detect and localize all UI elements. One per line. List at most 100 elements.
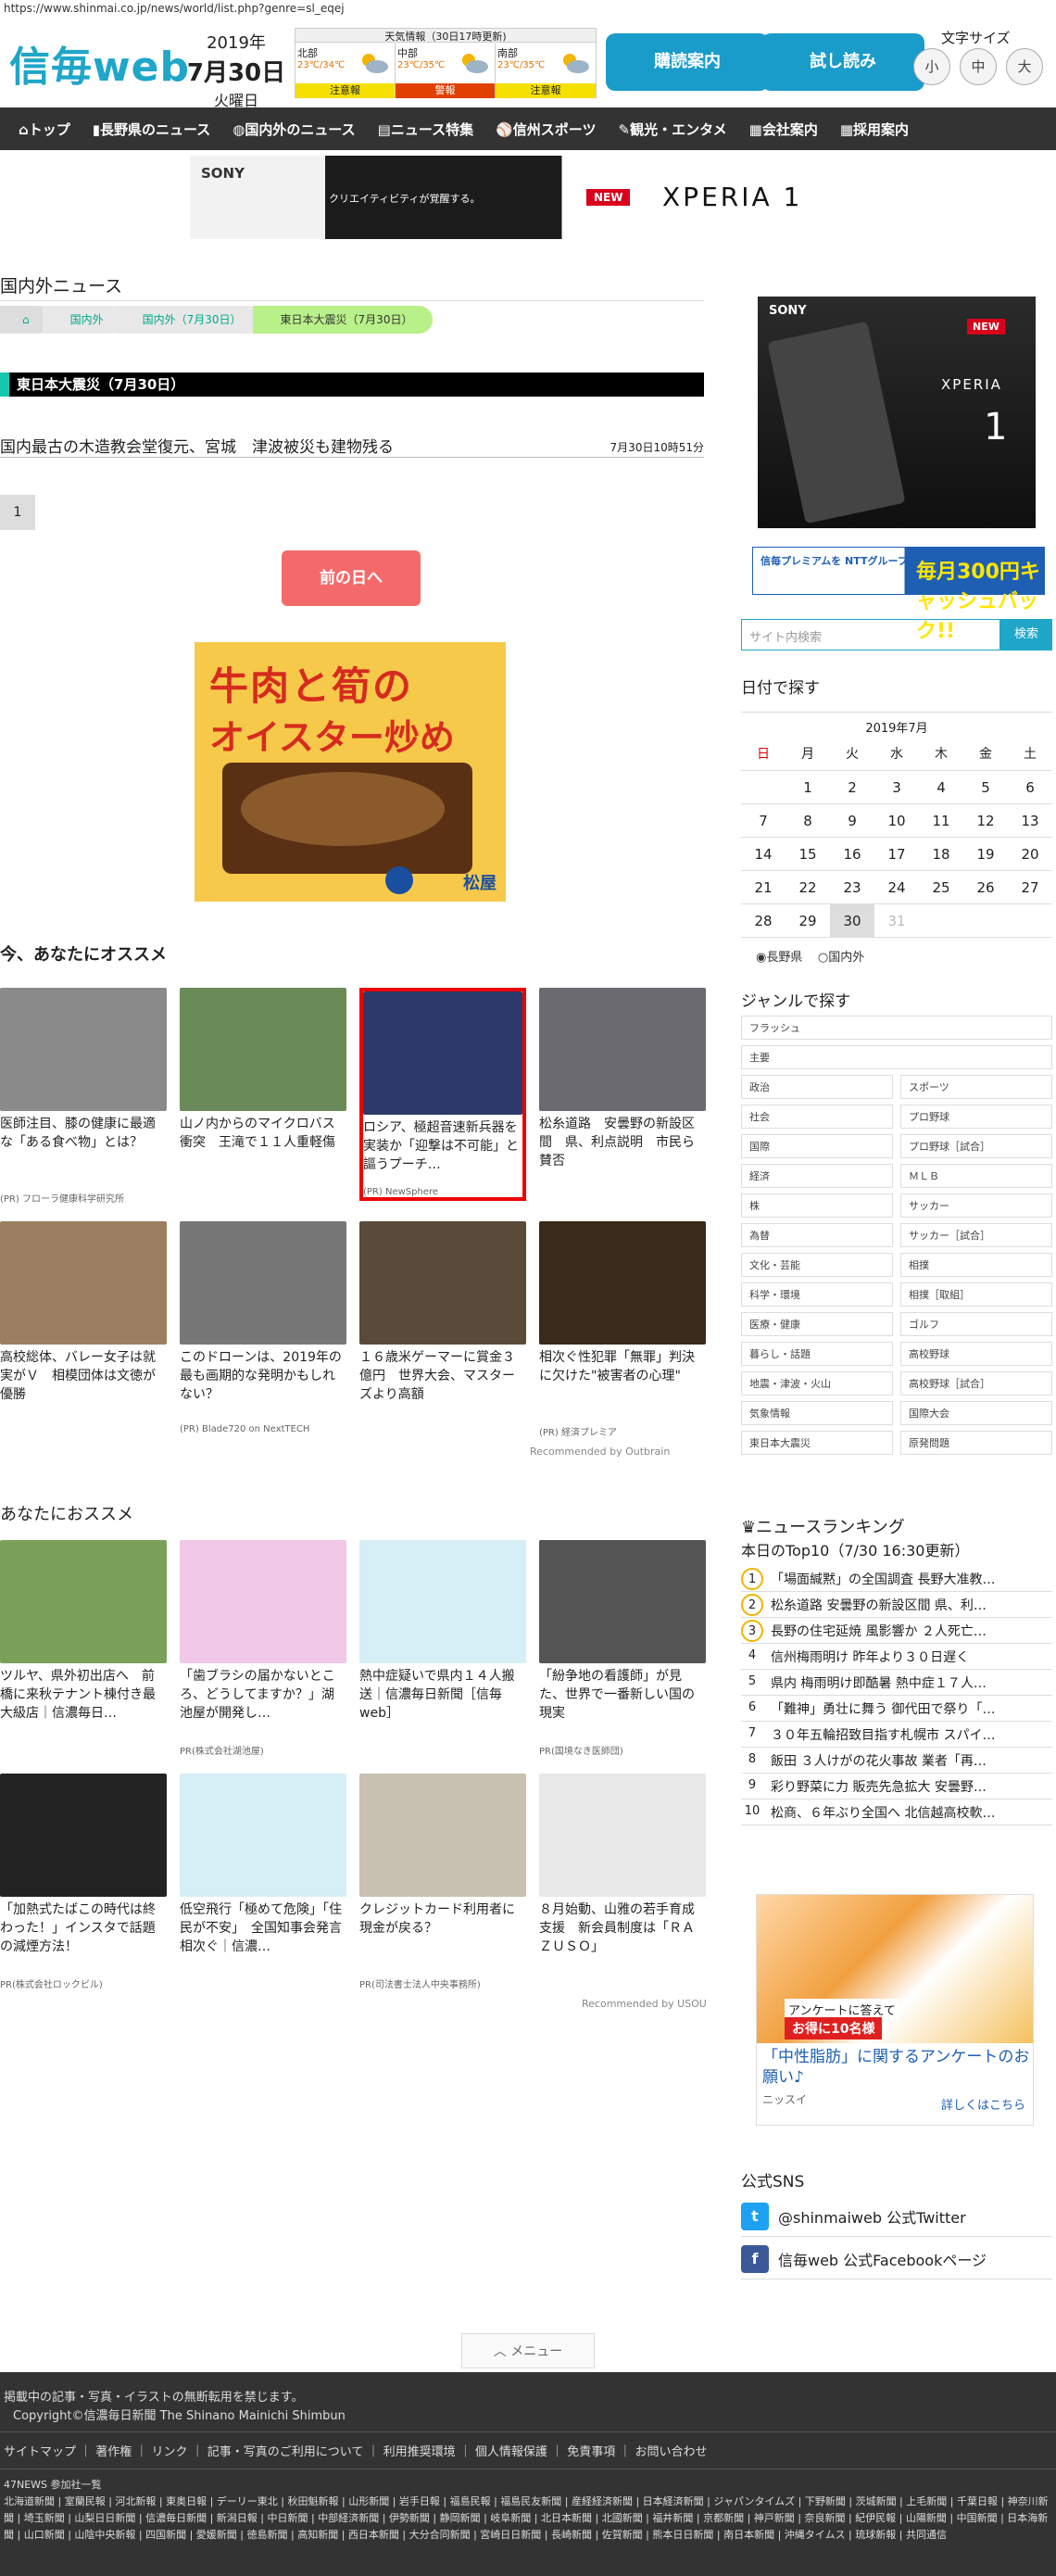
genre-item[interactable]: 暮らし・話題 — [741, 1342, 893, 1366]
recommend-card[interactable]: 松糸道路 安曇野の新設区間 県、利点説明 市民ら賛否 — [539, 988, 706, 1191]
calendar-day[interactable]: 7 — [741, 804, 786, 838]
calendar-day[interactable]: 1 — [786, 771, 830, 804]
genre-item[interactable]: サッカー［試合］ — [900, 1223, 1052, 1247]
genre-item[interactable]: スポーツ — [900, 1075, 1052, 1099]
genre-item[interactable]: サッカー — [900, 1193, 1052, 1218]
recommend-card[interactable]: 「加熱式たばこの時代は終わった！」インスタで話題の減煙方法！ PR(株式会社ロック… — [0, 1774, 167, 1990]
recommend-card[interactable]: 山ノ内からのマイクロバス衝突 王滝で１１人重軽傷 — [180, 988, 346, 1191]
recommend-card[interactable]: ツルヤ、県外初出店へ 前橋に来秋テナント棟付き最大級店｜信濃毎日… — [0, 1540, 167, 1743]
genre-item[interactable]: 気象情報 — [741, 1401, 893, 1425]
recommend-card[interactable]: ロシア、極超音速新兵器を実装か「迎撃は不可能」と謳うプーチ… (PR) NewSp… — [359, 988, 526, 1201]
recommend-card[interactable]: 医師注目、膝の健康に最適な「ある食べ物」とは？ (PR) フローラ健康科学研究所 — [0, 988, 167, 1205]
premium-banner[interactable]: 信毎プレミアムを NTTグループカードで お支払いすると 毎月300円キャッシュ… — [752, 547, 1045, 643]
genre-item[interactable]: ゴルフ — [900, 1312, 1052, 1336]
ranking-item[interactable]: 3 長野の住宅延焼 風影響か ２人死亡… — [741, 1618, 1052, 1644]
ranking-item[interactable]: 4 信州梅雨明け 昨年より３０日遅く — [741, 1644, 1052, 1670]
sidebar-ad[interactable]: SONY NEW XPERIA 1 — [758, 297, 1036, 528]
genre-item[interactable]: 相撲［取組］ — [900, 1282, 1052, 1307]
calendar-day[interactable]: 22 — [786, 871, 830, 904]
page-button[interactable]: 1 — [0, 495, 35, 530]
calendar-day[interactable]: 29 — [786, 904, 830, 938]
font-size-small-button[interactable]: 小 — [913, 48, 950, 85]
calendar-day[interactable]: 30 — [830, 904, 874, 938]
breadcrumb-item[interactable]: 国内外 — [42, 306, 124, 334]
calendar-day[interactable]: 15 — [786, 838, 830, 871]
survey-ad[interactable]: アンケートに答えて お得に10名様 「中性脂肪」に関するアンケートのお願い♪ ニ… — [756, 1894, 1034, 2126]
calendar-day[interactable]: 28 — [741, 904, 786, 938]
calendar-day[interactable]: 16 — [830, 838, 874, 871]
ranking-item[interactable]: 8 飯田 ３人けがの花火事故 業者「再… — [741, 1748, 1052, 1774]
search-button[interactable]: 検索 — [1000, 619, 1052, 650]
ranking-item[interactable]: 10 松商、６年ぶり全国へ 北信越高校軟… — [741, 1799, 1052, 1825]
calendar-day[interactable]: 14 — [741, 838, 786, 871]
recommend-card[interactable]: １６歳米ゲーマーに賞金３億円 世界大会、マスターズより高額 — [359, 1221, 526, 1424]
genre-item[interactable]: ＭＬＢ — [900, 1164, 1052, 1188]
genre-item[interactable]: 高校野球 — [900, 1342, 1052, 1366]
recommend-card[interactable]: クレジットカード利用者に現金が戻る？ PR(司法書士法人中央事務所) — [359, 1774, 526, 1990]
calendar-day[interactable]: 4 — [919, 771, 963, 804]
nav-company[interactable]: ▦会社案内 — [738, 120, 829, 139]
survey-headline[interactable]: 「中性脂肪」に関するアンケートのお願い♪ — [762, 2047, 1033, 2088]
prev-day-button[interactable]: 前の日へ — [282, 550, 421, 606]
breadcrumb-item[interactable]: 国内外（7月30日） — [114, 306, 262, 334]
menu-button[interactable]: ︿ メニュー — [461, 2333, 595, 2368]
genre-item[interactable]: 社会 — [741, 1105, 893, 1129]
genre-item[interactable]: 文化・芸能 — [741, 1253, 893, 1277]
ranking-item[interactable]: 5 県内 梅雨明け即酷暑 熱中症１７人… — [741, 1670, 1052, 1696]
twitter-link[interactable]: t @shinmaiweb 公式Twitter — [741, 2196, 1052, 2237]
calendar-day[interactable]: 27 — [1008, 871, 1052, 904]
nav-sports[interactable]: ⚾信州スポーツ — [484, 120, 607, 139]
article-row[interactable]: 国内最古の木造教会堂復元、宮城 津波被災も建物残る 7月30日10時51分 — [0, 432, 704, 458]
recommend-card[interactable]: 相次ぐ性犯罪「無罪」判決に欠けた"被害者の心理" (PR) 経済プレミア — [539, 1221, 706, 1438]
nav-world[interactable]: ◍国内外のニュース — [221, 120, 366, 139]
font-size-medium-button[interactable]: 中 — [960, 48, 997, 85]
genre-item[interactable]: 株 — [741, 1193, 893, 1218]
genre-item[interactable]: 政治 — [741, 1075, 893, 1099]
weather-panel[interactable]: 天気情報（30日17時更新) 北部 23℃/34℃ 注意報 中部 23℃/35℃ 警報 南部… — [295, 28, 597, 98]
genre-item[interactable]: 為替 — [741, 1223, 893, 1247]
recommend-credit[interactable]: Recommended by Outbrain — [530, 1446, 670, 1458]
calendar-day[interactable]: 11 — [919, 804, 963, 838]
genre-item[interactable]: 経済 — [741, 1164, 893, 1188]
calendar-day[interactable]: 3 — [874, 771, 919, 804]
subscribe-button[interactable]: 購読案内 — [606, 33, 769, 91]
recommend-card[interactable]: このドローンは、2019年の最も画期的な発明かもしれない？ (PR) Blade7… — [180, 1221, 346, 1434]
site-logo[interactable]: 信毎web — [9, 33, 190, 93]
survey-link[interactable]: 詳しくはこちら — [941, 2095, 1025, 2113]
calendar-day[interactable]: 8 — [786, 804, 830, 838]
ranking-item[interactable]: 1 「場面緘黙」の全国調査 長野大准教… — [741, 1566, 1052, 1592]
calendar-day[interactable]: 17 — [874, 838, 919, 871]
footer-links[interactable]: サイトマップ ｜ 著作権 ｜ リンク ｜ 記事・写真のご利用について ｜ 利用推… — [0, 2431, 1056, 2469]
recommend-card[interactable]: 「紛争地の看護師」が見た、世界で一番新しい国の現実 PR(国境なき医師団) — [539, 1540, 706, 1757]
calendar-day[interactable]: 23 — [830, 871, 874, 904]
calendar-day[interactable]: 12 — [963, 804, 1008, 838]
recommend-card[interactable]: 高校総体、バレー女子は就実がＶ 相模団体は文徳が優勝 — [0, 1221, 167, 1424]
nav-feature[interactable]: ▤ニュース特集 — [367, 120, 484, 139]
genre-item[interactable]: 原発問題 — [900, 1431, 1052, 1455]
search-input[interactable]: サイト内検索 — [741, 619, 1000, 650]
calendar-day[interactable]: 2 — [830, 771, 874, 804]
genre-item[interactable]: 高校野球［試合］ — [900, 1371, 1052, 1395]
radio-nagano[interactable]: ◉長野県 — [756, 951, 802, 965]
calendar-day[interactable]: 10 — [874, 804, 919, 838]
genre-item[interactable]: プロ野球［試合］ — [900, 1134, 1052, 1158]
genre-item[interactable]: 主要 — [741, 1045, 1052, 1069]
recommend-card[interactable]: ８月始動、山雅の若手育成支援 新会員制度は「ＲＡＺＵＳＯ」 — [539, 1774, 706, 1976]
genre-item[interactable]: プロ野球 — [900, 1105, 1052, 1129]
genre-item[interactable]: 科学・環境 — [741, 1282, 893, 1307]
recommend-card[interactable]: 「歯ブラシの届かないところ、どうしてますか？」湖池屋が開発し… PR(株式会社湖池… — [180, 1540, 346, 1757]
genre-item[interactable]: 国際 — [741, 1134, 893, 1158]
nav-top[interactable]: ⌂トップ — [7, 120, 82, 139]
calendar-day[interactable]: 9 — [830, 804, 874, 838]
article-title[interactable]: 国内最古の木造教会堂復元、宮城 津波被災も建物残る — [0, 434, 394, 457]
genre-item[interactable]: 医療・健康 — [741, 1312, 893, 1336]
calendar-day[interactable]: 6 — [1008, 771, 1052, 804]
genre-item[interactable]: 国際大会 — [900, 1401, 1052, 1425]
ranking-item[interactable]: 6 「難神」勇壮に舞う 御代田で祭り「… — [741, 1696, 1052, 1722]
trial-button[interactable]: 試し読み — [761, 33, 924, 91]
facebook-link[interactable]: f 信毎web 公式Facebookページ — [741, 2239, 1052, 2279]
genre-item[interactable]: 相撲 — [900, 1253, 1052, 1277]
recommend-credit-2[interactable]: Recommended by USOU — [582, 1998, 707, 2010]
calendar-day[interactable]: 24 — [874, 871, 919, 904]
calendar-day[interactable]: 26 — [963, 871, 1008, 904]
